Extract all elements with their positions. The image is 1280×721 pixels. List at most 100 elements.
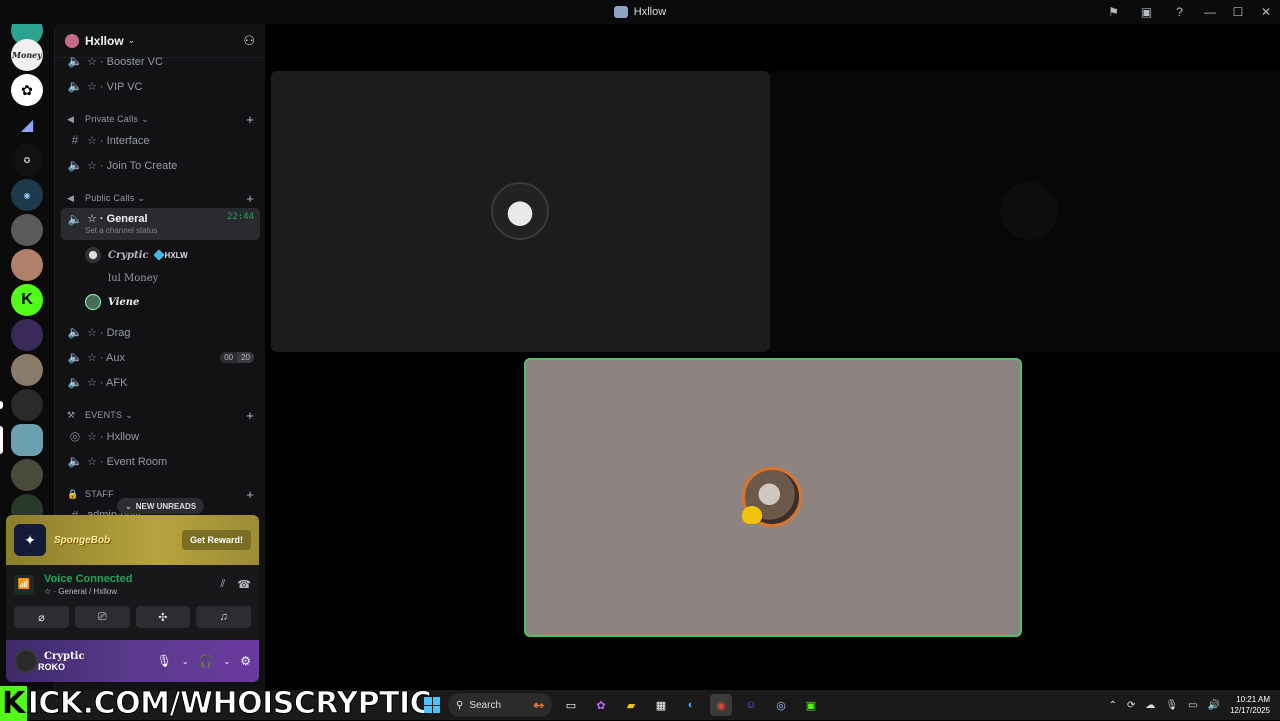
task-view-icon[interactable]: ▭ [560, 694, 582, 716]
channel-interface[interactable]: # ☆ · Interface [61, 129, 260, 151]
server-pill-active [0, 426, 3, 454]
minimize-button[interactable]: — [1196, 0, 1224, 24]
new-unreads-pill[interactable]: ⌄ NEW UNREADS [117, 498, 205, 514]
server-item[interactable] [11, 389, 43, 421]
cloud-icon[interactable]: ☁ [1145, 700, 1155, 711]
server-item[interactable]: K [11, 284, 43, 316]
stage-icon: ◎ [69, 429, 81, 443]
clock[interactable]: 10:21 AM 12/17/2025 [1230, 694, 1270, 716]
store-icon[interactable]: ▦ [650, 694, 672, 716]
display-icon[interactable]: ▭ [1188, 700, 1197, 711]
flag-icon[interactable]: ⚑ [1097, 0, 1130, 24]
channel-label: ☆ · Hxllow [87, 430, 140, 443]
channel-aux[interactable]: 🔈 ☆ · Aux 00 20 [61, 346, 260, 368]
edge-icon[interactable]: ◐ [680, 694, 702, 716]
channel-event-room[interactable]: 🔈 ☆ · Event Room [61, 450, 260, 472]
server-item[interactable] [11, 354, 43, 386]
windows-start-icon[interactable] [424, 697, 440, 713]
voice-user[interactable]: lul Money [85, 268, 158, 288]
headphones-icon[interactable]: 🎧 [199, 654, 214, 668]
category-label: STAFF [85, 489, 114, 499]
server-item[interactable]: ◢ [11, 109, 43, 141]
server-item[interactable] [11, 459, 43, 491]
guild-name: Hxllow [85, 33, 124, 48]
hammer-icon: ⚒ [67, 409, 76, 420]
activities-button[interactable]: ✣ [135, 606, 191, 628]
voice-location[interactable]: ☆ · General / Hxllow [44, 587, 132, 596]
screen-share-button[interactable]: ⎚ [74, 606, 130, 628]
channel-vip-vc[interactable]: 🔈 ☆ · VIP VC [61, 75, 260, 97]
category-public-calls[interactable]: ◀ Public Calls ⌄ + [61, 190, 260, 206]
help-icon[interactable]: ? [1163, 0, 1196, 24]
participant-tile[interactable] [271, 71, 770, 352]
disconnect-icon[interactable]: ☎ [237, 578, 251, 591]
chevron-up-icon[interactable]: ⌃ [1109, 700, 1117, 711]
voice-user-name: Cryptic [108, 249, 149, 261]
voice-user[interactable]: Cryptic HXLW [85, 245, 188, 265]
add-member-icon[interactable]: ⚇ [243, 33, 255, 49]
participant-tile[interactable] [770, 71, 1280, 352]
channel-hxllow[interactable]: ◎ ☆ · Hxllow [61, 425, 260, 447]
microphone-icon[interactable]: 🎙 [157, 654, 172, 668]
server-pill [0, 401, 3, 409]
channel-label: ☆ · Booster VC [87, 55, 163, 68]
add-channel-icon[interactable]: + [246, 112, 254, 127]
server-tag-label: HXLW [164, 250, 188, 260]
maximize-button[interactable]: ☐ [1224, 0, 1252, 24]
inbox-icon[interactable]: ▣ [1130, 0, 1163, 24]
camera-button[interactable]: ⌀ [14, 606, 69, 628]
channel-afk[interactable]: 🔈 ☆ · AFK [61, 371, 260, 393]
username[interactable]: Cryptic [44, 651, 85, 662]
search-icon: ⚲ [456, 699, 464, 711]
server-item[interactable]: ✿ [11, 74, 43, 106]
copilot-icon[interactable]: ✿ [590, 694, 612, 716]
server-item[interactable]: Money [11, 39, 43, 71]
voice-user[interactable]: Viene [85, 292, 139, 312]
add-channel-icon[interactable]: + [246, 487, 254, 502]
server-item[interactable] [11, 249, 43, 281]
server-item[interactable]: ◉ [11, 179, 43, 211]
add-channel-icon[interactable]: + [246, 191, 254, 206]
volume-icon[interactable]: 🔊 [1208, 700, 1220, 711]
discord-icon[interactable]: ☺ [740, 694, 762, 716]
add-channel-icon[interactable]: + [246, 408, 254, 423]
channel-drag[interactable]: 🔈 ☆ · Drag [61, 321, 260, 343]
chrome-icon[interactable]: ◉ [710, 694, 732, 716]
category-events[interactable]: ⚒ EVENTS ⌄ + [61, 407, 260, 423]
channel-general[interactable]: 🔈 ☆ · General 22:44 Set a channel status [61, 208, 260, 240]
title-bar: Hxllow ⚑ ▣ ? — ☐ ✕ [0, 0, 1280, 24]
server-item-active[interactable] [11, 424, 43, 456]
settings-icon[interactable]: ⚙ [240, 654, 251, 668]
hash-icon: # [71, 133, 79, 147]
server-item[interactable]: ✪ [11, 144, 43, 176]
channel-status[interactable]: Set a channel status [85, 226, 158, 235]
participant-tile-speaking[interactable] [524, 358, 1022, 637]
tag-icon [152, 249, 165, 261]
discord-app: Hxllow ⚑ ▣ ? — ☐ ✕ Money ✿ ◢ ✪ ◉ K Hxllo… [0, 0, 1280, 690]
user-count: 00 [220, 351, 238, 363]
sync-icon[interactable]: ⟳ [1127, 700, 1135, 711]
soundboard-button[interactable]: ♫ [196, 606, 251, 628]
signal-icon[interactable]: 📶 [14, 574, 34, 595]
server-item[interactable] [11, 319, 43, 351]
chevron-down-icon[interactable]: ⌄ [224, 657, 231, 666]
channel-label: ☆ · Drag [87, 326, 131, 339]
close-button[interactable]: ✕ [1252, 0, 1280, 24]
noise-suppression-icon[interactable]: ⫽ [220, 578, 225, 591]
microphone-icon[interactable]: 🎙 [1165, 700, 1178, 711]
taskbar-search[interactable]: ⚲ Search ♣♠ [448, 693, 552, 717]
avatar[interactable] [14, 649, 38, 673]
steam-icon[interactable]: ◎ [770, 694, 792, 716]
voice-status[interactable]: Voice Connected [44, 573, 132, 585]
chevron-down-icon[interactable]: ⌄ [182, 657, 189, 666]
voice-user-name: lul Money [108, 272, 159, 284]
kick-app-icon[interactable]: ▣ [800, 694, 822, 716]
server-item[interactable] [11, 214, 43, 246]
speaker-icon: 🔈 [67, 350, 83, 364]
file-explorer-icon[interactable]: ▰ [620, 694, 642, 716]
get-reward-button[interactable]: Get Reward! [181, 530, 251, 550]
channel-booster-vc[interactable]: 🔈 ☆ · Booster VC [61, 50, 260, 72]
category-private-calls[interactable]: ◀ Private Calls ⌄ + [61, 111, 260, 127]
voice-stage [265, 24, 1280, 690]
channel-join-to-create[interactable]: 🔈 ☆ · Join To Create [61, 154, 260, 176]
